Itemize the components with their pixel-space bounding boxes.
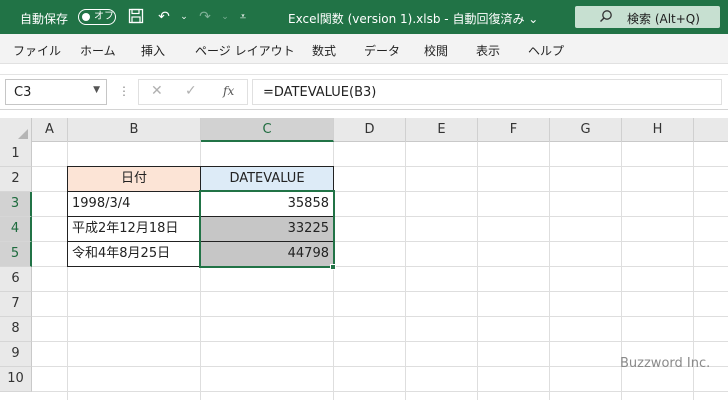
row-header-10[interactable]: 10	[0, 367, 32, 392]
row-header-2[interactable]: 2	[0, 167, 32, 192]
tab-file[interactable]: ファイル	[13, 42, 61, 59]
column-header-e[interactable]: E	[406, 118, 478, 142]
select-all-button[interactable]	[0, 118, 32, 142]
tab-page-layout[interactable]: ページ レイアウト	[195, 42, 295, 59]
row-header-1[interactable]: 1	[0, 142, 32, 167]
tab-data[interactable]: データ	[364, 42, 400, 59]
search-label: 検索 (Alt+Q)	[627, 12, 700, 26]
tab-home[interactable]: ホーム	[80, 42, 116, 59]
row-header-7[interactable]: 7	[0, 292, 32, 317]
gridline	[32, 341, 728, 342]
column-header-h[interactable]: H	[622, 118, 694, 142]
tab-help[interactable]: ヘルプ	[528, 42, 564, 59]
redo-icon[interactable]: ↷	[196, 8, 214, 26]
cancel-icon[interactable]: ✕	[151, 83, 163, 99]
row-header-5[interactable]: 5	[0, 242, 32, 267]
watermark: Buzzword Inc.	[620, 356, 711, 371]
search-box[interactable]: 検索 (Alt+Q)	[575, 6, 720, 28]
search-icon	[599, 9, 613, 26]
undo-icon[interactable]: ↶	[155, 8, 173, 26]
autosave-label: 自動保存	[20, 12, 69, 26]
name-box-value: C3	[14, 85, 32, 100]
gridline	[405, 142, 406, 400]
fill-handle[interactable]	[330, 264, 336, 270]
more-options-icon[interactable]: ⋮	[118, 84, 130, 98]
autosave-state: オフ	[94, 11, 114, 22]
column-header-a[interactable]: A	[32, 118, 68, 142]
formula-bar: C3 ▼ ⋮ ✕ ✓ fx =DATEVALUE(B3)	[0, 74, 728, 110]
tab-insert[interactable]: 挿入	[141, 42, 165, 59]
enter-icon[interactable]: ✓	[185, 83, 197, 99]
column-header-c[interactable]: C	[201, 118, 334, 142]
column-header-f[interactable]: F	[478, 118, 550, 142]
tab-review[interactable]: 校閲	[424, 42, 448, 59]
formula-input[interactable]: =DATEVALUE(B3)	[252, 79, 722, 105]
chevron-down-icon[interactable]: ▼	[93, 85, 100, 95]
spreadsheet-grid[interactable]: A B C D E F G H 1 2 3 4 5 6 7 8 9 10 日付 …	[0, 118, 728, 400]
gridline	[477, 142, 478, 400]
row-header-3[interactable]: 3	[0, 192, 32, 217]
gridline	[32, 316, 728, 317]
column-header-b[interactable]: B	[68, 118, 201, 142]
redo-dropdown-icon[interactable]: ⌄	[216, 8, 234, 26]
insert-function-icon[interactable]: fx	[223, 84, 234, 98]
tab-view[interactable]: 表示	[476, 42, 500, 59]
column-header-g[interactable]: G	[550, 118, 622, 142]
save-icon[interactable]	[127, 8, 145, 26]
tab-formulas[interactable]: 数式	[312, 42, 336, 59]
column-header-d[interactable]: D	[334, 118, 406, 142]
window-title: Excel関数 (version 1).xlsb - 自動回復済み ⌄	[288, 12, 539, 26]
gridline	[32, 391, 728, 392]
gridline	[549, 142, 550, 400]
autosave-toggle[interactable]: オフ	[78, 9, 116, 25]
row-header-6[interactable]: 6	[0, 267, 32, 292]
row-header-9[interactable]: 9	[0, 342, 32, 367]
undo-dropdown-icon[interactable]: ⌄	[175, 8, 193, 26]
toggle-knob	[82, 13, 90, 21]
select-all-icon	[18, 129, 28, 139]
formula-buttons: ✕ ✓ fx	[138, 79, 248, 105]
title-bar: 自動保存 オフ ↶ ⌄ ↷ ⌄ ⩡ Excel関数 (version 1).xl…	[0, 0, 728, 34]
formula-text: =DATEVALUE(B3)	[263, 85, 377, 100]
ribbon-tabs: ファイル ホーム 挿入 ページ レイアウト 数式 データ 校閲 表示 ヘルプ	[0, 34, 728, 64]
row-header-8[interactable]: 8	[0, 317, 32, 342]
row-header-4[interactable]: 4	[0, 217, 32, 242]
customize-qat-icon[interactable]: ⩡	[234, 8, 252, 26]
name-box[interactable]: C3 ▼	[5, 79, 107, 105]
gridline	[32, 291, 728, 292]
selection-border	[199, 190, 335, 268]
